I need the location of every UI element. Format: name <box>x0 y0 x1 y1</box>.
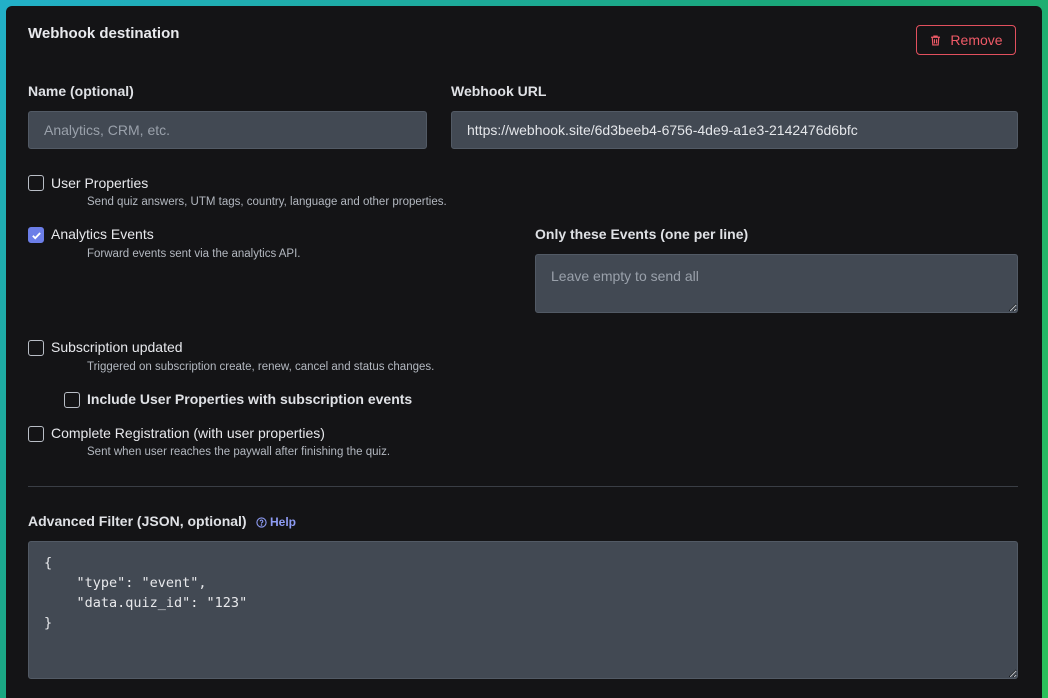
webhook-url-input[interactable] <box>451 111 1018 149</box>
complete-registration-checkbox[interactable] <box>28 426 44 442</box>
analytics-events-checkbox[interactable] <box>28 227 44 243</box>
include-user-properties-label[interactable]: Include User Properties with subscriptio… <box>87 391 412 407</box>
question-circle-icon <box>256 516 267 528</box>
subscription-updated-desc: Triggered on subscription create, renew,… <box>87 361 435 373</box>
subscription-updated-label[interactable]: Subscription updated <box>51 339 183 355</box>
complete-registration-label[interactable]: Complete Registration (with user propert… <box>51 425 325 441</box>
section-divider <box>28 486 1018 487</box>
include-user-properties-checkbox[interactable] <box>64 392 80 408</box>
check-icon <box>31 231 41 239</box>
user-properties-checkbox[interactable] <box>28 175 44 191</box>
user-properties-label[interactable]: User Properties <box>51 175 148 191</box>
advanced-filter-textarea[interactable]: { "type": "event", "data.quiz_id": "123"… <box>28 541 1018 679</box>
help-link-label: Help <box>270 515 297 529</box>
remove-button-label: Remove <box>950 32 1003 48</box>
events-filter-label: Only these Events (one per line) <box>535 226 749 242</box>
name-field-label: Name (optional) <box>28 83 134 99</box>
advanced-filter-label: Advanced Filter (JSON, optional) <box>28 513 247 529</box>
webhook-destination-panel: Webhook destination Remove Name (optiona… <box>6 6 1042 698</box>
remove-button[interactable]: Remove <box>916 25 1016 55</box>
help-link[interactable]: Help <box>256 515 296 529</box>
complete-registration-desc: Sent when user reaches the paywall after… <box>87 446 391 458</box>
subscription-updated-checkbox[interactable] <box>28 340 44 356</box>
analytics-events-label[interactable]: Analytics Events <box>51 226 154 242</box>
user-properties-desc: Send quiz answers, UTM tags, country, la… <box>87 196 447 208</box>
section-title: Webhook destination <box>28 25 180 42</box>
webhook-url-label: Webhook URL <box>451 83 547 99</box>
events-filter-textarea[interactable] <box>535 254 1018 313</box>
trash-icon <box>931 34 941 46</box>
name-input[interactable] <box>28 111 427 149</box>
analytics-events-desc: Forward events sent via the analytics AP… <box>87 248 301 260</box>
